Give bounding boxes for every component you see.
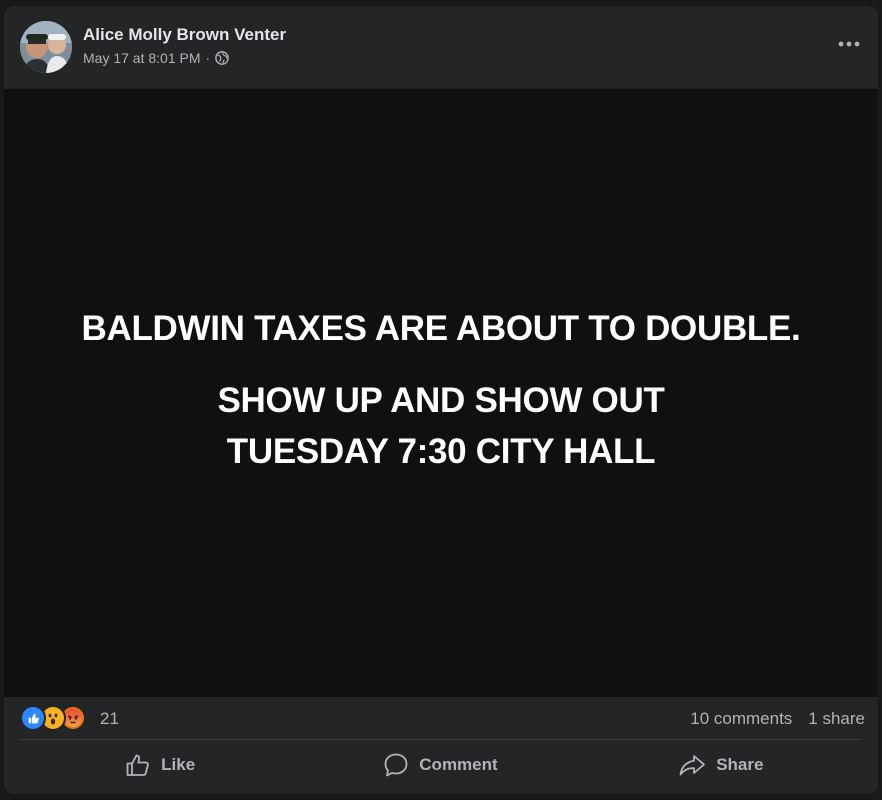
post-meta: May 17 at 8:01 PM ·	[83, 50, 230, 66]
like-button[interactable]: Like	[20, 742, 300, 788]
comment-count[interactable]: 10 comments	[690, 709, 792, 729]
like-reaction-icon	[20, 705, 46, 731]
share-label: Share	[716, 755, 764, 774]
globe-icon[interactable]	[215, 51, 230, 65]
share-arrow-icon	[678, 753, 706, 777]
avatar-image	[20, 21, 72, 73]
post-timestamp[interactable]: May 17 at 8:01 PM	[83, 50, 201, 66]
comment-button[interactable]: Comment	[300, 742, 580, 788]
post-card: Alice Molly Brown Venter May 17 at 8:01 …	[4, 6, 878, 794]
image-line-2: SHOW UP AND SHOW OUT	[217, 381, 665, 420]
thumbs-up-icon	[125, 753, 151, 777]
comment-icon	[383, 752, 409, 778]
avatar[interactable]	[20, 21, 72, 73]
image-headline: BALDWIN TAXES ARE ABOUT TO DOUBLE.	[81, 309, 801, 348]
share-count[interactable]: 1 share	[808, 709, 865, 729]
more-horizontal-icon[interactable]	[834, 32, 864, 56]
comment-label: Comment	[419, 755, 498, 774]
meta-separator: ·	[205, 50, 211, 66]
action-bar: Like Comment Share	[20, 742, 861, 788]
divider	[20, 739, 861, 740]
reactions-bar: 21 10 comments 1 share	[4, 696, 878, 740]
post-header: Alice Molly Brown Venter May 17 at 8:01 …	[4, 6, 878, 88]
reaction-count[interactable]: 21	[100, 709, 119, 729]
like-label: Like	[161, 755, 196, 774]
engagement-counts: 10 comments 1 share	[690, 709, 865, 729]
share-button[interactable]: Share	[581, 742, 861, 788]
image-line-3: TUESDAY 7:30 CITY HALL	[226, 432, 656, 471]
reaction-icons[interactable]	[20, 705, 86, 731]
post-image[interactable]: BALDWIN TAXES ARE ABOUT TO DOUBLE. SHOW …	[4, 88, 878, 697]
author-name[interactable]: Alice Molly Brown Venter	[83, 25, 286, 45]
